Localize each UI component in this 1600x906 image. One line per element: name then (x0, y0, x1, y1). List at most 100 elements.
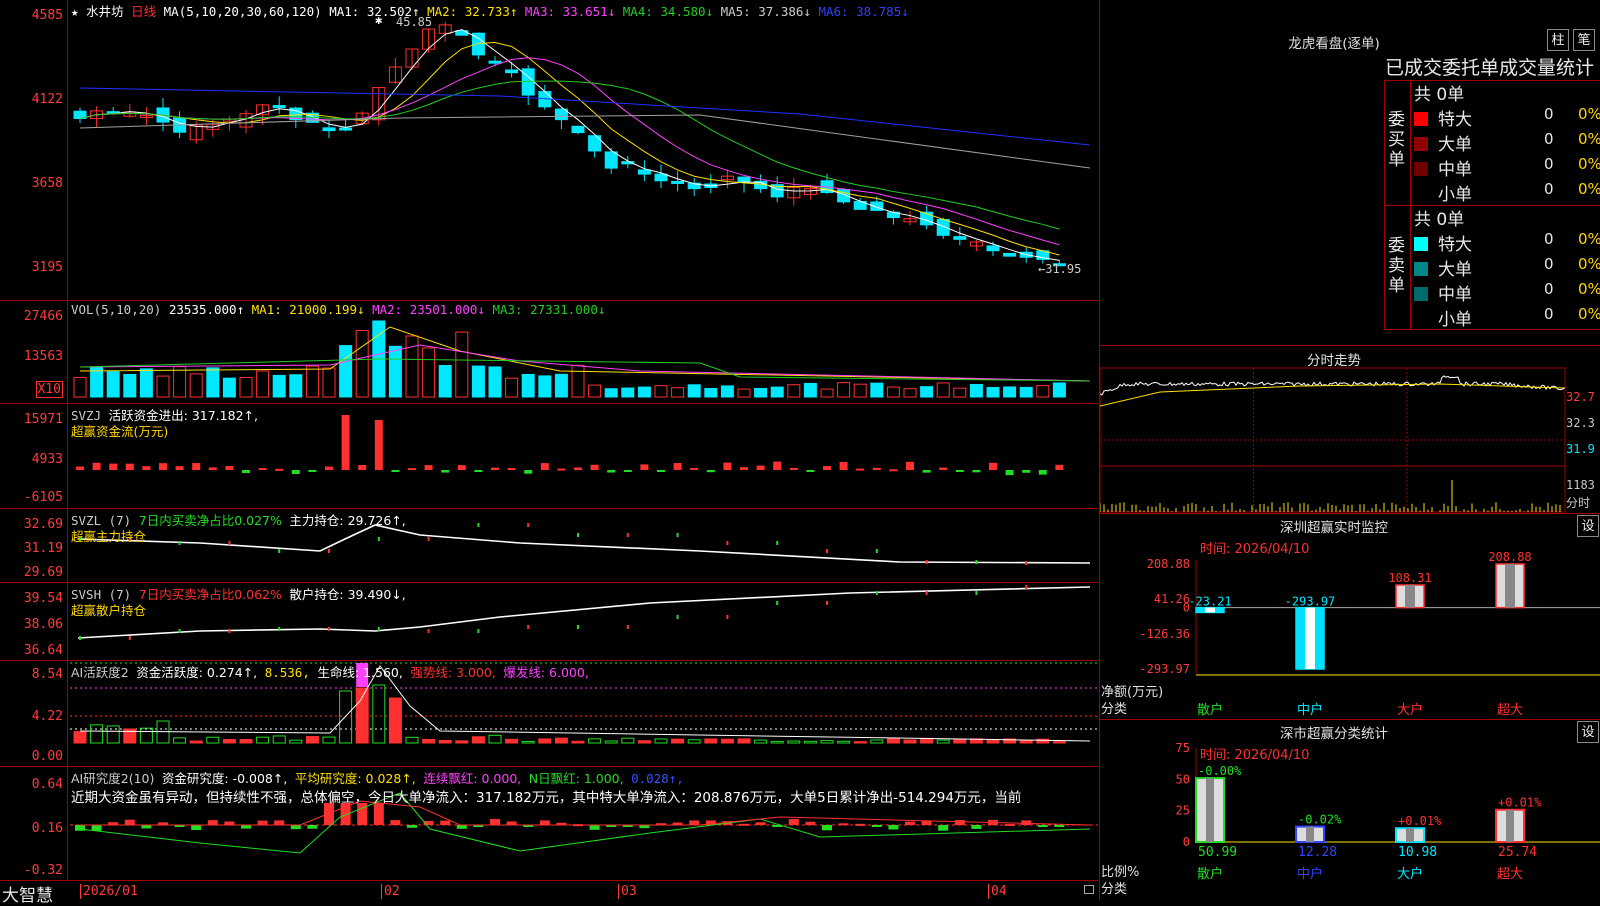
flow-bar (839, 462, 848, 470)
research-bar (1037, 825, 1048, 827)
flow-bar (989, 462, 997, 470)
svzl-pane[interactable]: 32.69 31.19 29.69 SVZL (7) 7日内买卖净占比0.027… (0, 509, 1098, 583)
indicator-tick (178, 541, 181, 545)
ai1-burst: 爆发线: 6.000, (503, 665, 589, 680)
column-view-button[interactable]: 柱 (1547, 29, 1569, 51)
row-label: 中单 (1438, 285, 1472, 305)
sell-row-s[interactable]: 小单 0 0% (1414, 305, 1600, 330)
classify-value-label: 50.99 (1198, 845, 1237, 860)
activity-bar (405, 736, 419, 744)
intraday-panel[interactable]: 分时走势 32.7 32.3 31.9 1183 分时 (1099, 345, 1600, 513)
classify-change-label: -0.00% (1198, 764, 1242, 778)
svsh-pane[interactable]: 39.54 38.06 36.64 SVSH (7) 7日内买卖净占比0.062… (0, 583, 1098, 661)
monitor-category-label: 超大 (1497, 703, 1523, 718)
buy-row-l[interactable]: 大单 0 0% (1414, 130, 1600, 155)
indicator-tick (826, 549, 828, 553)
row-label: 小单 (1438, 310, 1472, 330)
buy-row-m[interactable]: 中单 0 0% (1414, 155, 1600, 180)
ai2-extra: 0.028↑, (631, 771, 684, 786)
flow-bar (208, 467, 217, 470)
research-bar (456, 825, 467, 829)
monitor-value-label: -293.97 (1285, 595, 1336, 609)
price-pane[interactable]: 4585 4122 3658 3195 ✱ ★ 水井坊 日线 MA(5,10,2… (0, 0, 1098, 301)
darkteal-square-icon (1414, 287, 1428, 301)
ai1-peak: 8.536, (264, 665, 310, 680)
star-icon[interactable]: ★ (71, 4, 79, 19)
monitor-y-label: -293.97 (1139, 662, 1190, 676)
classify-y-label: 50 (1176, 772, 1190, 786)
flow-bar (291, 470, 300, 475)
activity-bar (256, 736, 270, 744)
research-bar (1054, 825, 1065, 827)
row-value: 0 (1544, 280, 1554, 298)
activity-bar (488, 734, 502, 744)
candle-body (953, 236, 967, 240)
classify-value-label: 25.74 (1498, 845, 1537, 860)
flow-bar (607, 470, 616, 473)
brand-logo[interactable]: 大智慧 (2, 881, 53, 906)
classify-y-label: 75 (1176, 741, 1190, 755)
row-value: 0 (1544, 155, 1554, 173)
volume-bar (886, 386, 900, 398)
sell-row-xl[interactable]: 特大 0 0% (1414, 230, 1600, 255)
activity-bar (289, 739, 303, 744)
volume-bar (272, 374, 286, 398)
indicator-tick (477, 629, 480, 633)
sell-side-label: 委卖单 (1388, 236, 1405, 296)
activity-bar (90, 724, 104, 744)
classify-y-label: 0 (1183, 835, 1190, 849)
indicator-tick (377, 627, 380, 631)
research-bar (141, 825, 152, 829)
svzl-value: 主力持仓: 29.726↑, (289, 513, 406, 528)
classify-change-label: -0.02% (1298, 813, 1342, 827)
ai-activity-pane[interactable]: 8.54 4.22 0.00 AI活跃度2 资金活跃度: 0.274↑, 8.5… (0, 661, 1098, 767)
buy-row-xl[interactable]: 特大 0 0% (1414, 105, 1600, 130)
research-bar (324, 803, 334, 825)
indicator-tick (128, 636, 131, 640)
sell-row-l[interactable]: 大单 0 0% (1414, 255, 1600, 280)
classify-bar-shine (1306, 826, 1314, 842)
flow-bar (806, 470, 815, 472)
flow-bar (325, 466, 333, 470)
ma5-line (79, 114, 1091, 169)
volume-bar (206, 367, 220, 398)
candlestick-chart[interactable]: ✱ (0, 0, 1098, 301)
research-bar (257, 820, 268, 825)
sell-row-m[interactable]: 中单 0 0% (1414, 280, 1600, 305)
monitor-panel[interactable]: 深圳超赢实时监控 设 时间: 2026/04/10 208.88 41.26 0 -1… (1099, 513, 1600, 719)
row-percent: 0% (1578, 155, 1600, 173)
monitor-value-label: -23.21 (1188, 595, 1231, 609)
intraday-y-label: 32.3 (1566, 416, 1595, 430)
flow-bar (1038, 470, 1047, 475)
candle-body (571, 125, 585, 134)
stock-name[interactable]: 水井坊 (86, 4, 124, 19)
classify-bar-chart[interactable]: 75 50 25 0 -0.00% 50.99 -0.02% 12.28 +0.01% 10.98… (1100, 720, 1600, 901)
svzj-pane[interactable]: 15971 4933 -6105 SVZJ 活跃资金进出: 317.182↑, … (0, 404, 1098, 509)
ai-research-pane[interactable]: 0.64 0.16 -0.32 AI研究度2(10) 资金研究度: -0.008… (0, 767, 1098, 880)
ma2-value: MA2: 32.733↑ (427, 4, 518, 19)
activity-bar (886, 738, 900, 744)
ma-prefix: MA(5,10,20,30,60,120) (163, 4, 322, 19)
indicator-tick (626, 625, 629, 629)
buy-row-s[interactable]: 小单 0 0% (1414, 180, 1600, 205)
volume-pane[interactable]: 27466 13563 X10 VOL(5,10,20) 23535.000↑ … (0, 301, 1098, 404)
research-bar (855, 823, 866, 826)
flow-bar (457, 465, 466, 470)
activity-bar (936, 739, 950, 744)
lock-icon[interactable] (1084, 885, 1094, 894)
monitor-bar-chart[interactable]: 208.8841.260-126.36-293.97-23.21 -293.971… (1100, 514, 1600, 720)
classify-panel[interactable]: 深市超赢分类统计 设 时间: 2026/04/10 75 50 25 0 -0.00% 5… (1099, 719, 1600, 900)
classify-y-label: 25 (1176, 804, 1190, 818)
activity-bar (521, 740, 535, 744)
intraday-y-label: 32.7 (1566, 390, 1595, 404)
research-bar (91, 825, 102, 831)
indicator-tick (726, 541, 729, 545)
tick-view-button[interactable]: 笔 (1573, 29, 1595, 51)
volume-bar (621, 387, 635, 398)
intraday-chart[interactable] (1100, 346, 1600, 514)
volume-bar (671, 387, 685, 398)
period-label[interactable]: 日线 (131, 4, 156, 19)
volume-bar (305, 365, 319, 398)
buy-side-label: 委买单 (1388, 110, 1405, 170)
monitor-category-label: 大户 (1397, 702, 1423, 718)
